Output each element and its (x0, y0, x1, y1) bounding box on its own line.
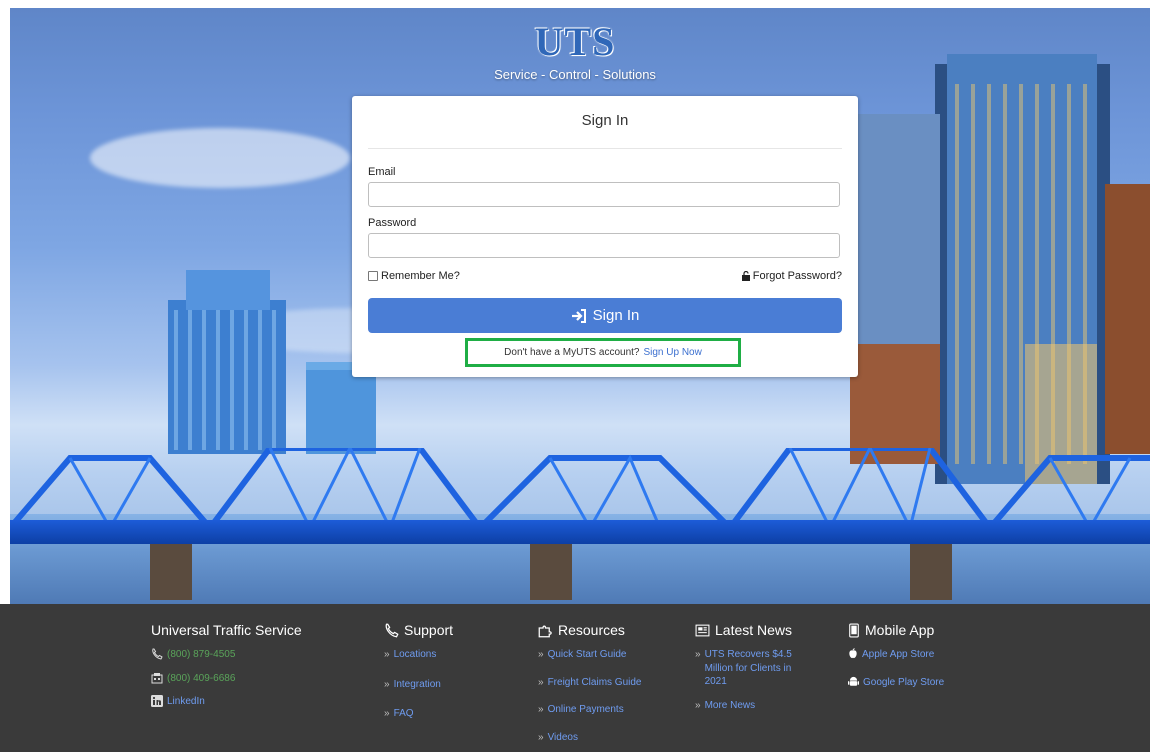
remember-me[interactable]: Remember Me? (368, 270, 460, 282)
phone-2[interactable]: (800) 409-6686 (151, 672, 302, 686)
sign-in-icon (571, 308, 586, 323)
sign-in-button-label: Sign In (592, 307, 640, 324)
marriott-tower (935, 54, 1110, 484)
linkedin-icon (151, 695, 163, 707)
remember-label: Remember Me? (381, 270, 460, 282)
password-label: Password (368, 217, 417, 229)
phone-icon (385, 623, 399, 637)
google-play-store-link[interactable]: Google Play Store (848, 676, 944, 690)
bridge-deck (10, 520, 1150, 544)
sign-in-card: Sign In Email Password Remember Me? Forg… (352, 96, 858, 377)
support-link-integration[interactable]: » Integration (384, 678, 453, 692)
phone-1[interactable]: (800) 879-4505 (151, 648, 302, 662)
resources-link-videos[interactable]: » Videos (538, 731, 641, 745)
email-label: Email (368, 166, 396, 178)
news-link-label: UTS Recovers $4.5 Million for Clients in… (704, 649, 792, 687)
resources-title: Resources (558, 622, 625, 638)
bridge-pier (530, 544, 572, 600)
card-title: Sign In (581, 112, 629, 129)
footer-mobile-column: Mobile App Apple App Store Google Play S… (848, 622, 944, 699)
apple-icon (849, 648, 857, 659)
fax-icon (151, 672, 163, 683)
puzzle-icon (538, 625, 552, 637)
email-input[interactable] (368, 182, 840, 207)
bridge-pier (150, 544, 192, 600)
resources-link-label: Videos (547, 731, 578, 743)
logo-block: UTS Service - Control - Solutions (0, 18, 1150, 82)
footer-support-column: Support » Locations » Integration » FAQ (384, 622, 453, 731)
linkedin-label: LinkedIn (167, 696, 205, 707)
resources-link-label: Quick Start Guide (547, 649, 627, 660)
uts-logo[interactable]: UTS (534, 18, 626, 65)
cloud (90, 128, 350, 188)
password-input[interactable] (368, 233, 840, 258)
footer-company-column: Universal Traffic Service (800) 879-4505… (151, 622, 302, 719)
remember-checkbox[interactable] (368, 271, 378, 281)
google-play-store-label: Google Play Store (863, 676, 945, 688)
resources-link-label: Freight Claims Guide (547, 676, 642, 688)
support-link-locations[interactable]: » Locations (384, 648, 453, 662)
footer: Universal Traffic Service (800) 879-4505… (0, 604, 1150, 752)
sign-up-now-link[interactable]: Sign Up Now (643, 347, 701, 358)
linkedin-link[interactable]: LinkedIn (151, 695, 302, 709)
signup-prompt-text: Don't have a MyUTS account? (504, 347, 640, 358)
phone-2-label: (800) 409-6686 (167, 672, 236, 684)
right-building (1105, 184, 1150, 454)
support-link-label: Locations (393, 649, 437, 660)
logo-text: UTS (534, 19, 616, 64)
mobile-phone-icon (849, 623, 859, 637)
company-title: Universal Traffic Service (151, 622, 302, 638)
signup-prompt-box: Don't have a MyUTS account? Sign Up Now (465, 338, 741, 367)
news-link-label: More News (704, 699, 756, 711)
forgot-password-link[interactable]: Forgot Password? (741, 270, 842, 282)
apple-app-store-link[interactable]: Apple App Store (848, 648, 944, 662)
news-title: Latest News (715, 622, 793, 638)
bridge-pier (910, 544, 952, 600)
footer-resources-column: Resources » Quick Start Guide » Freight Cl… (538, 622, 641, 754)
support-title: Support (404, 622, 454, 638)
phone-icon (152, 648, 163, 660)
divider (368, 148, 842, 149)
apple-app-store-label: Apple App Store (862, 649, 935, 660)
support-link-faq[interactable]: » FAQ (384, 707, 453, 721)
phone-1-label: (800) 879-4505 (167, 649, 236, 660)
resources-link-freight-claims[interactable]: » Freight Claims Guide (538, 676, 641, 690)
sign-in-button[interactable]: Sign In (368, 298, 842, 333)
support-link-label: FAQ (393, 708, 414, 719)
footer-news-column: Latest News » UTS Recovers $4.5 Million f… (695, 622, 813, 722)
glass-tower (850, 114, 940, 464)
left-skyscraper (168, 270, 286, 454)
resources-link-online-payments[interactable]: » Online Payments (538, 703, 641, 717)
tagline: Service - Control - Solutions (494, 67, 656, 82)
newspaper-icon (695, 624, 710, 636)
resources-link-quick-start[interactable]: » Quick Start Guide (538, 648, 641, 662)
support-link-label: Integration (393, 678, 441, 690)
android-icon (848, 676, 859, 686)
mobile-title: Mobile App (865, 622, 935, 638)
resources-link-label: Online Payments (547, 704, 624, 715)
blue-bridge-truss (10, 448, 1150, 530)
unlock-icon (741, 271, 750, 281)
news-link-recovers[interactable]: » UTS Recovers $4.5 Million for Clients i… (695, 648, 813, 689)
options-row: Remember Me? Forgot Password? (368, 270, 842, 282)
news-link-more[interactable]: » More News (695, 699, 813, 713)
forgot-password-label: Forgot Password? (752, 270, 842, 282)
